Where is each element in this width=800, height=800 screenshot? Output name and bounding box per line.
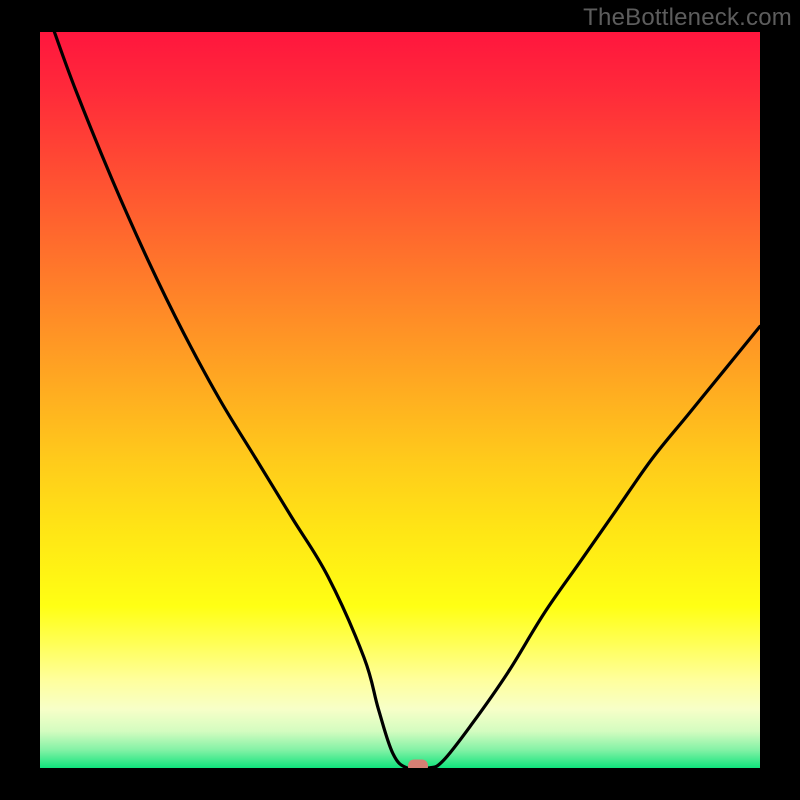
- optimum-marker: [408, 760, 428, 769]
- bottleneck-chart: [40, 32, 760, 768]
- plot-background: [40, 32, 760, 768]
- chart-frame: TheBottleneck.com: [0, 0, 800, 800]
- watermark-text: TheBottleneck.com: [583, 4, 792, 32]
